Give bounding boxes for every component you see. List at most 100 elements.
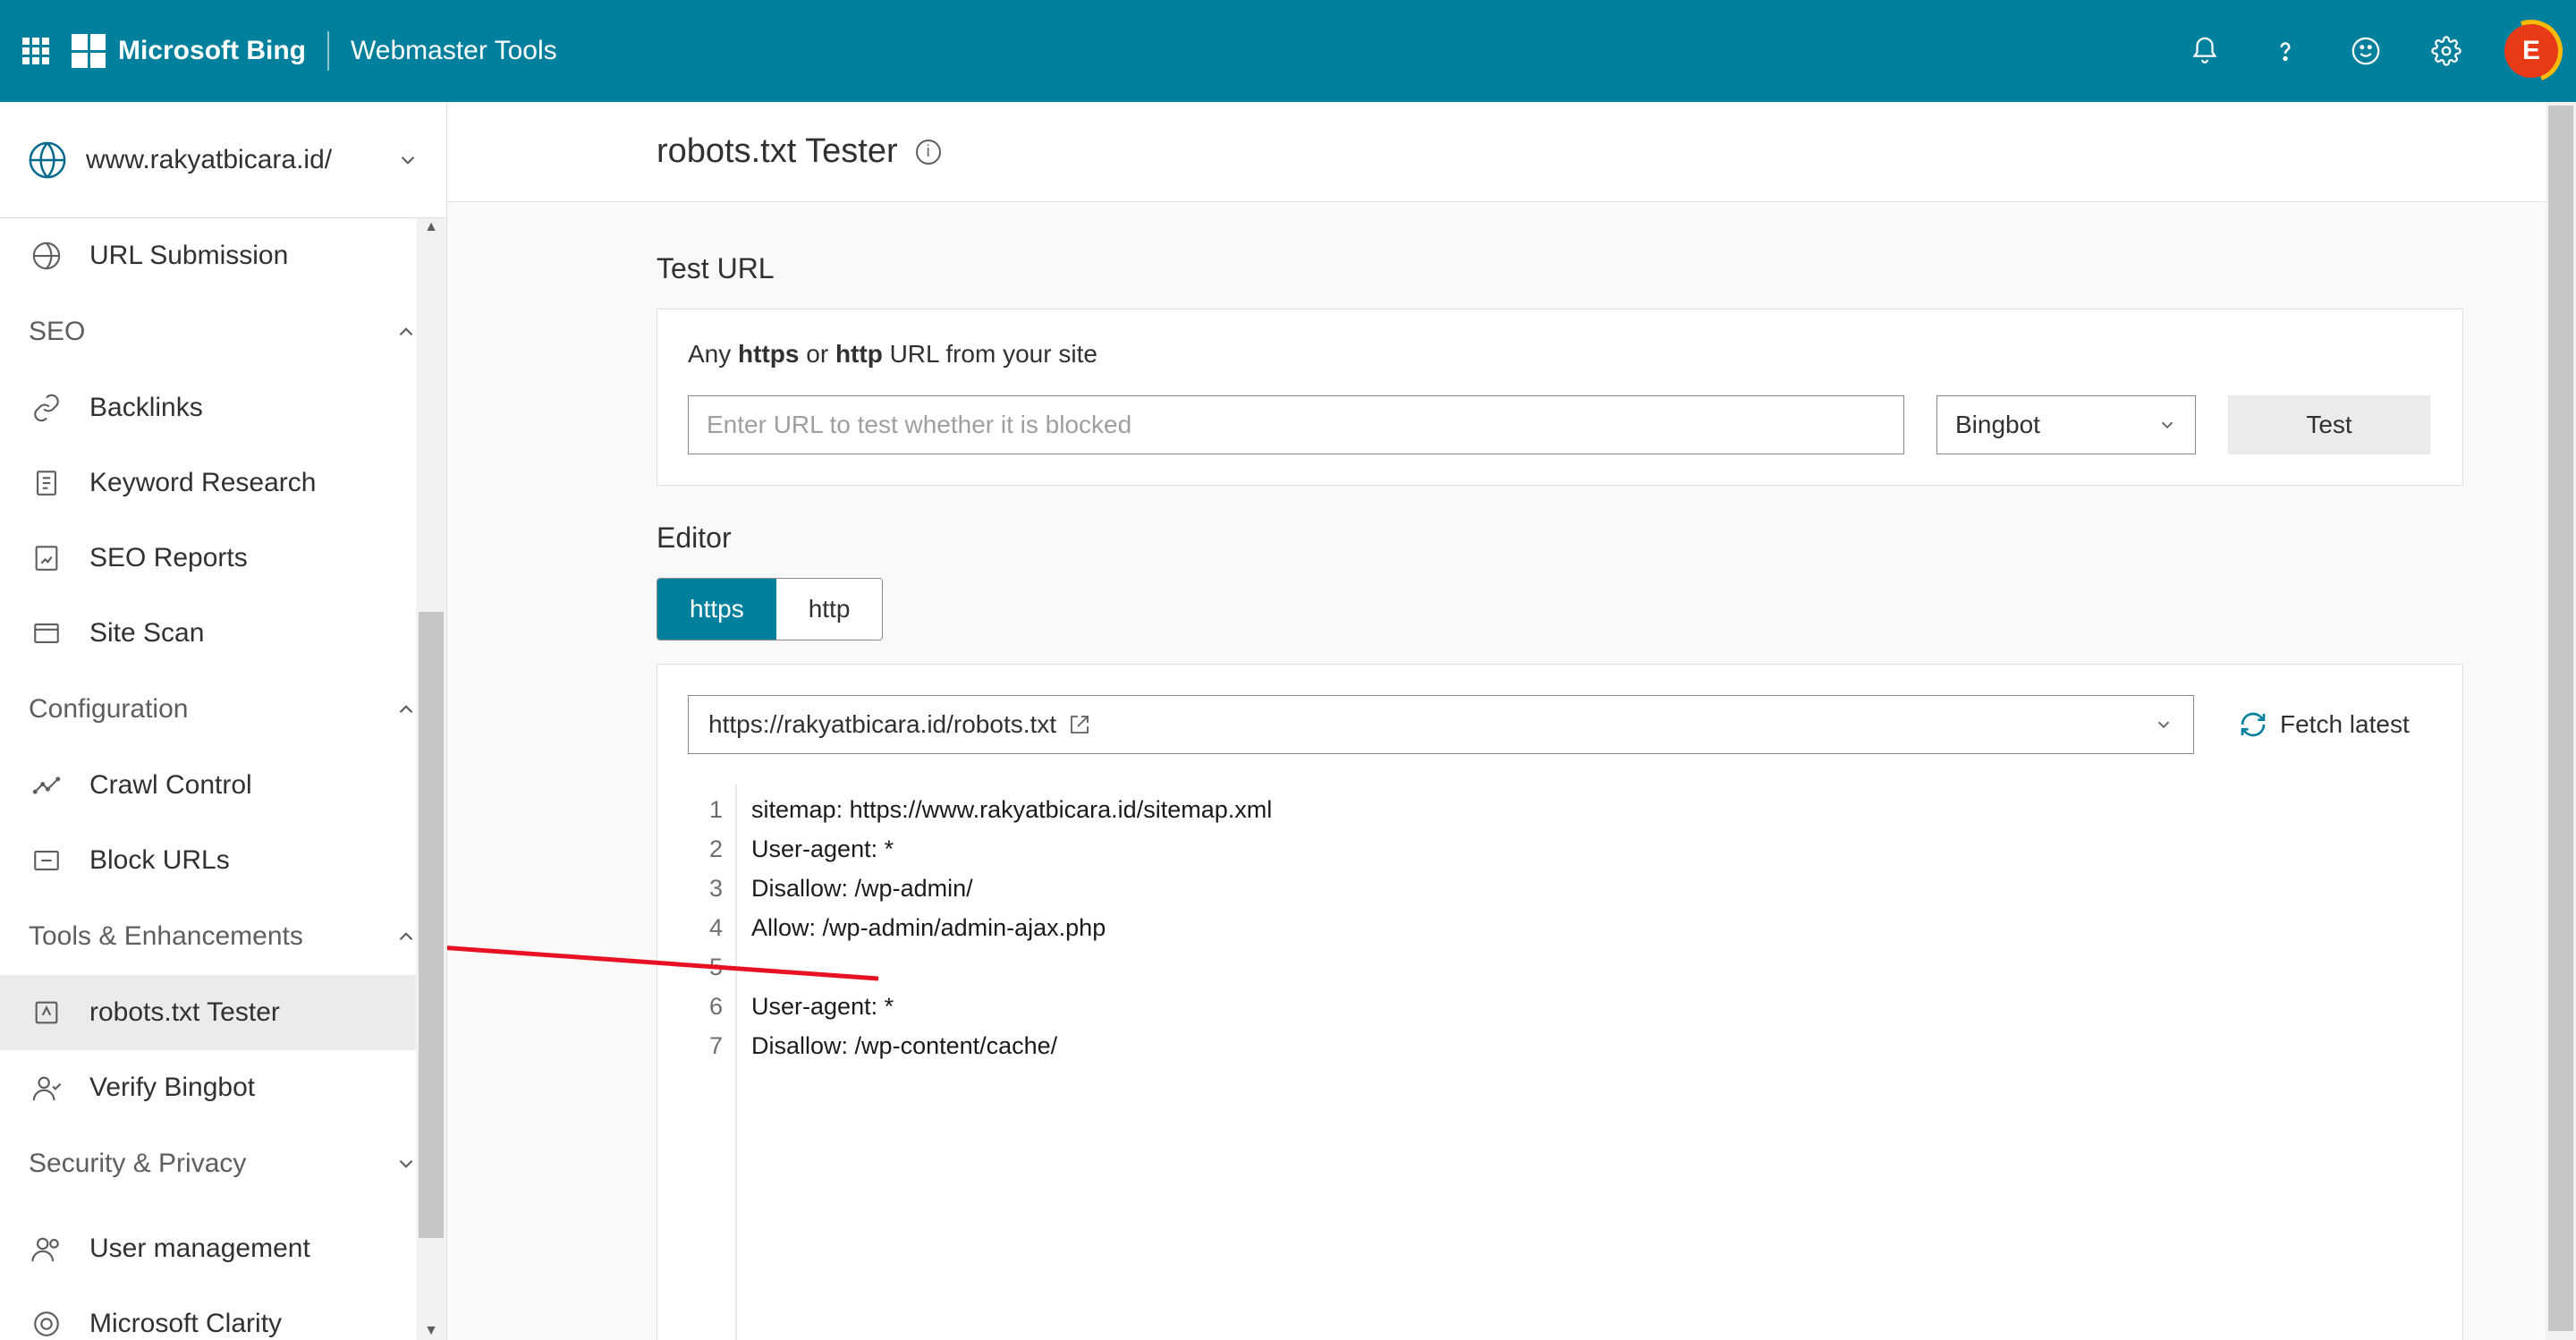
section-label: Configuration	[29, 694, 188, 725]
section-label: Security & Privacy	[29, 1149, 246, 1179]
report-icon	[29, 540, 64, 576]
main-content-area: robots.txt Tester i Test URL Any https o…	[447, 102, 2576, 1340]
test-url-section: Test URL Any https or http URL from your…	[657, 252, 2463, 486]
divider	[327, 31, 329, 71]
settings-gear-icon[interactable]	[2415, 20, 2478, 82]
verify-icon	[29, 1070, 64, 1106]
main-scrollbar[interactable]	[2546, 102, 2576, 1340]
sidebar-section-configuration[interactable]: Configuration	[0, 671, 446, 748]
sidebar-item-label: URL Submission	[89, 241, 288, 271]
hint-text: URL from your site	[883, 340, 1097, 368]
chevron-down-icon	[2157, 415, 2177, 435]
test-url-hint: Any https or http URL from your site	[688, 340, 2432, 369]
sidebar-item-backlinks[interactable]: Backlinks	[0, 370, 446, 445]
code-editor[interactable]: 1234567 sitemap: https://www.rakyatbicar…	[688, 784, 2432, 1340]
block-icon	[29, 843, 64, 878]
refresh-icon	[2239, 710, 2267, 739]
sidebar-item-microsoft-clarity[interactable]: Microsoft Clarity	[0, 1286, 446, 1340]
tab-https[interactable]: https	[657, 579, 776, 640]
sidebar-item-label: Site Scan	[89, 618, 204, 649]
robots-url-select[interactable]: https://rakyatbicara.id/robots.txt	[688, 695, 2194, 754]
sidebar-item-site-scan[interactable]: Site Scan	[0, 596, 446, 671]
tab-http[interactable]: http	[776, 579, 883, 640]
protocol-tabs: https http	[657, 578, 883, 640]
sidebar-section-tools[interactable]: Tools & Enhancements	[0, 898, 446, 975]
sidebar-item-user-management[interactable]: User management	[0, 1211, 446, 1286]
info-icon[interactable]: i	[916, 140, 941, 165]
sidebar-item-label: Keyword Research	[89, 468, 316, 498]
bot-select-value: Bingbot	[1955, 411, 2040, 439]
page-title: robots.txt Tester	[657, 132, 898, 171]
app-launcher-icon[interactable]	[18, 33, 54, 69]
globe-small-icon	[29, 238, 64, 274]
link-icon	[29, 390, 64, 426]
site-picker[interactable]: www.rakyatbicara.id/	[0, 102, 446, 218]
brand-text-bing: Microsoft Bing	[118, 36, 306, 66]
editor-card: https://rakyatbicara.id/robots.txt Fetch…	[657, 664, 2463, 1340]
notifications-icon[interactable]	[2174, 20, 2236, 82]
sidebar-item-block-urls[interactable]: Block URLs	[0, 823, 446, 898]
scroll-thumb[interactable]	[419, 612, 444, 1238]
sidebar-item-label: Verify Bingbot	[89, 1073, 255, 1103]
sidebar-item-keyword-research[interactable]: Keyword Research	[0, 445, 446, 521]
code-content[interactable]: sitemap: https://www.rakyatbicara.id/sit…	[735, 784, 1272, 1340]
sidebar-section-seo[interactable]: SEO	[0, 293, 446, 370]
sidebar-item-label: User management	[89, 1234, 310, 1264]
sidebar-item-verify-bingbot[interactable]: Verify Bingbot	[0, 1050, 446, 1125]
bing-square-icon	[72, 34, 106, 68]
test-url-title: Test URL	[657, 252, 2463, 285]
scroll-thumb[interactable]	[2548, 106, 2573, 1331]
sidebar-item-robots-tester[interactable]: robots.txt Tester	[0, 975, 446, 1050]
top-bar: Microsoft Bing Webmaster Tools E	[0, 0, 2576, 102]
hint-bold: http	[835, 340, 883, 368]
section-label: SEO	[29, 317, 85, 347]
sidebar-item-label: robots.txt Tester	[89, 997, 280, 1028]
sidebar-scrollbar[interactable]: ▲ ▼	[416, 218, 446, 1340]
scroll-up-icon[interactable]: ▲	[416, 218, 446, 236]
chevron-down-icon	[396, 148, 419, 172]
brand-text-tools[interactable]: Webmaster Tools	[351, 36, 557, 66]
sidebar-item-label: SEO Reports	[89, 543, 248, 573]
chevron-up-icon	[394, 698, 418, 721]
section-label: Tools & Enhancements	[29, 921, 303, 952]
sidebar-item-seo-reports[interactable]: SEO Reports	[0, 521, 446, 596]
editor-section: Editor https http https://rakyatbicara.i…	[657, 522, 2463, 1340]
chevron-up-icon	[394, 925, 418, 948]
hint-bold: https	[738, 340, 799, 368]
scan-icon	[29, 615, 64, 651]
chevron-down-icon	[2154, 715, 2174, 734]
bing-logo[interactable]: Microsoft Bing	[72, 34, 306, 68]
sidebar-item-crawl-control[interactable]: Crawl Control	[0, 748, 446, 823]
help-icon[interactable]	[2254, 20, 2317, 82]
page-header: robots.txt Tester i	[447, 102, 2576, 202]
external-link-icon[interactable]	[1069, 714, 1090, 735]
globe-icon	[27, 140, 68, 181]
sidebar-item-label: Microsoft Clarity	[89, 1309, 282, 1339]
hint-text: or	[799, 340, 835, 368]
clipboard-icon	[29, 465, 64, 501]
fetch-latest-button[interactable]: Fetch latest	[2239, 710, 2410, 739]
nav-scroll: URL Submission SEO Backlinks Keyword Res…	[0, 218, 446, 1340]
editor-title: Editor	[657, 522, 2463, 555]
sidebar-item-label: Block URLs	[89, 845, 230, 876]
scroll-down-icon[interactable]: ▼	[416, 1322, 446, 1340]
site-name: www.rakyatbicara.id/	[86, 145, 378, 175]
sidebar-item-label: Crawl Control	[89, 770, 252, 801]
crawl-icon	[29, 768, 64, 803]
sidebar-section-security[interactable]: Security & Privacy	[0, 1125, 446, 1202]
bot-select[interactable]: Bingbot	[1936, 395, 2196, 454]
clarity-icon	[29, 1306, 64, 1340]
test-button[interactable]: Test	[2228, 395, 2430, 454]
hint-text: Any	[688, 340, 738, 368]
robots-url-value: https://rakyatbicara.id/robots.txt	[708, 710, 1056, 739]
avatar-letter: E	[2522, 36, 2540, 66]
sidebar-item-label: Backlinks	[89, 393, 203, 423]
test-url-input[interactable]	[688, 395, 1904, 454]
chevron-up-icon	[394, 320, 418, 343]
chevron-down-icon	[394, 1152, 418, 1175]
feedback-smiley-icon[interactable]	[2334, 20, 2397, 82]
fetch-label: Fetch latest	[2280, 710, 2410, 739]
user-avatar[interactable]: E	[2504, 24, 2558, 78]
test-url-card: Any https or http URL from your site Bin…	[657, 309, 2463, 486]
sidebar-item-url-submission[interactable]: URL Submission	[0, 218, 446, 293]
